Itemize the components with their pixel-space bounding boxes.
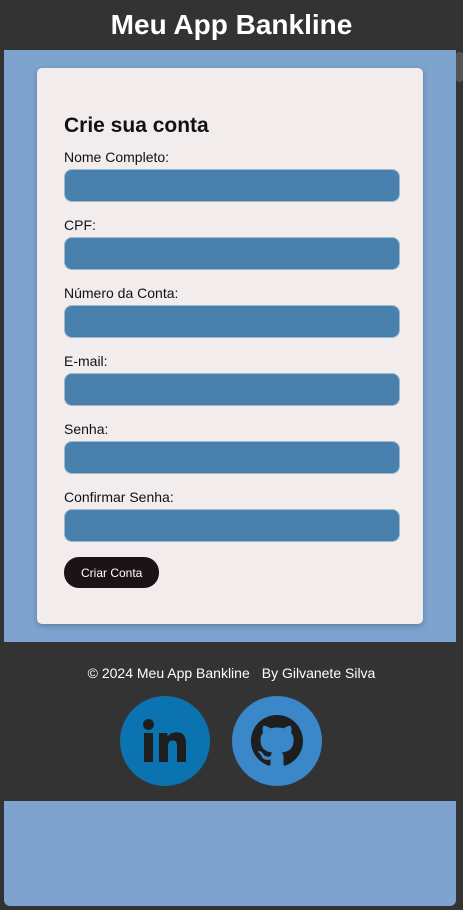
password-label: Senha: [64, 421, 109, 437]
app-header: Meu App Bankline [0, 0, 463, 50]
form-heading: Crie sua conta [64, 114, 209, 137]
scrollbar[interactable] [456, 52, 463, 82]
cpf-input[interactable] [64, 237, 400, 270]
page-footer: © 2024 Meu App Bankline By Gilvanete Silv… [0, 642, 463, 801]
account-number-input[interactable] [64, 305, 400, 338]
full-name-label: Nome Completo: [64, 149, 170, 165]
confirm-password-label: Confirmar Senha: [64, 489, 174, 505]
github-link[interactable] [232, 696, 322, 786]
email-input[interactable] [64, 373, 400, 406]
full-name-input[interactable] [64, 169, 400, 202]
cpf-label: CPF: [64, 217, 96, 233]
email-label: E-mail: [64, 353, 108, 369]
linkedin-icon [143, 719, 186, 762]
password-input[interactable] [64, 441, 400, 474]
author-credit: By Gilvanete Silva [261, 665, 376, 681]
footer-text: © 2024 Meu App Bankline By Gilvanete Silv… [0, 665, 463, 681]
account-number-label: Número da Conta: [64, 285, 179, 301]
signup-card: Crie sua conta Nome Completo: CPF: Númer… [37, 68, 423, 624]
create-account-button[interactable]: Criar Conta [64, 557, 160, 588]
confirm-password-input[interactable] [64, 509, 400, 542]
copyright-text: © 2024 Meu App Bankline [87, 665, 250, 681]
github-icon [251, 715, 303, 766]
linkedin-link[interactable] [120, 696, 210, 786]
app-title: Meu App Bankline [110, 9, 353, 40]
